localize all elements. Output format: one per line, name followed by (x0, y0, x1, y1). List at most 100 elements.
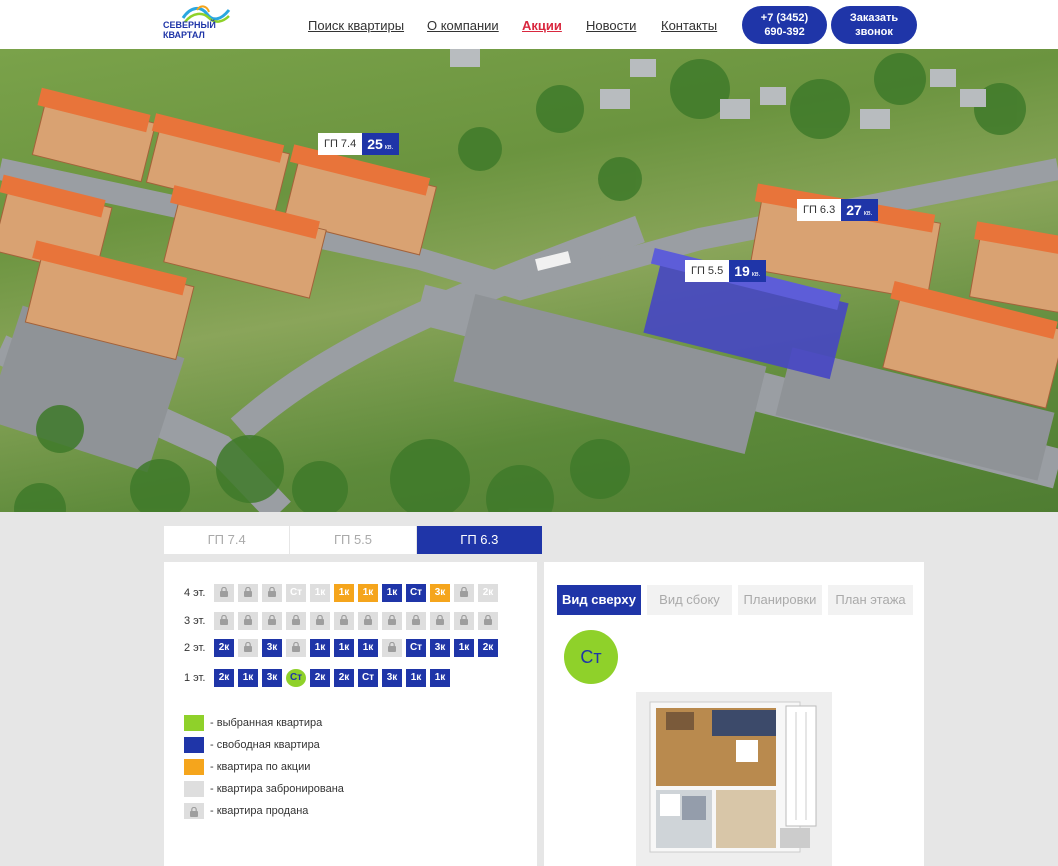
lock-icon (244, 642, 252, 652)
lock-icon (388, 615, 396, 625)
apartment-cell[interactable]: Ст (286, 669, 306, 687)
legend-label: - квартира по акции (210, 761, 311, 773)
lock-icon (340, 615, 348, 625)
apartment-cell (238, 584, 258, 602)
legend-label: - выбранная квартира (210, 717, 323, 729)
apartment-cell (358, 612, 378, 630)
apartment-cell[interactable]: 3к (430, 639, 450, 657)
apartment-cell[interactable]: 1к (334, 639, 354, 657)
aerial-illustration (0, 49, 1058, 512)
lock-icon (292, 642, 300, 652)
apartment-cell[interactable]: 2к (478, 639, 498, 657)
apartment-cell (286, 639, 306, 657)
tab-side-view[interactable]: Вид сбоку (647, 585, 732, 615)
building-tabs: ГП 7.4 ГП 5.5 ГП 6.3 (164, 526, 543, 554)
apartment-cell (430, 612, 450, 630)
apartment-cell (310, 612, 330, 630)
floor-grid-panel: 4 эт. Ст 1к 1к 1к 1к Ст 3к 2к 3 эт. 2 эт. 2к 3к 1к 1к 1… (164, 562, 537, 866)
tab-gp74[interactable]: ГП 7.4 (164, 526, 291, 554)
apartment-cell (478, 612, 498, 630)
apartment-cell (334, 612, 354, 630)
apartment-cell (406, 612, 426, 630)
apartment-cell[interactable]: 2к (214, 639, 234, 657)
apartment-view-panel: Вид сверху Вид сбоку Планировки План эта… (544, 562, 924, 866)
legend-swatch (184, 781, 204, 797)
apartment-cell[interactable]: 3к (382, 669, 402, 687)
apartment-cell (214, 584, 234, 602)
apartment-cell[interactable]: 2к (334, 669, 354, 687)
apartment-cell (454, 584, 474, 602)
apartment-cell[interactable]: 3к (262, 669, 282, 687)
logo[interactable]: СЕВЕРНЫЙ КВАРТАЛ (163, 4, 233, 44)
aerial-view: ГП 7.4 25 кв. ГП 6.3 27 кв. ГП 5.5 19 кв. (0, 49, 1058, 512)
apartment-cell[interactable]: 1к (358, 639, 378, 657)
building-tag-count: 19 кв. (729, 260, 766, 282)
apartment-cell[interactable]: 1к (310, 584, 330, 602)
apartment-cell (238, 639, 258, 657)
tab-layouts[interactable]: Планировки (738, 585, 822, 615)
building-tag-name: ГП 7.4 (318, 133, 363, 155)
tab-gp55[interactable]: ГП 5.5 (290, 526, 417, 554)
apartment-cell[interactable]: Ст (406, 639, 426, 657)
tab-floor-plan[interactable]: План этажа (828, 585, 913, 615)
lock-icon (460, 615, 468, 625)
lock-icon (190, 807, 198, 817)
building-tag-name: ГП 6.3 (797, 199, 842, 221)
lock-icon (364, 615, 372, 625)
apartment-cell[interactable]: 2к (478, 584, 498, 602)
apartment-cell[interactable]: Ст (406, 584, 426, 602)
nav-news[interactable]: Новости (586, 18, 636, 33)
apartment-cell[interactable]: 1к (238, 669, 258, 687)
lock-icon (268, 587, 276, 597)
apartment-cell[interactable]: 3к (430, 584, 450, 602)
apartment-cell[interactable]: 1к (430, 669, 450, 687)
apartment-cell[interactable]: 1к (358, 584, 378, 602)
nav-promos[interactable]: Акции (522, 18, 562, 33)
apartment-cell[interactable]: 3к (262, 639, 282, 657)
apartment-cell[interactable]: 1к (454, 639, 474, 657)
phone-line2: 690-392 (764, 26, 805, 38)
tab-gp63[interactable]: ГП 6.3 (416, 526, 543, 554)
logo-text: СЕВЕРНЫЙ КВАРТАЛ (163, 20, 216, 40)
building-tag-gp63[interactable]: ГП 6.3 27 кв. (797, 199, 878, 221)
lock-icon (268, 615, 276, 625)
apartment-cell[interactable]: 1к (382, 584, 402, 602)
lock-icon (436, 615, 444, 625)
apartment-cell[interactable]: Ст (358, 669, 378, 687)
tab-top-view[interactable]: Вид сверху (557, 585, 641, 615)
nav-contacts[interactable]: Контакты (661, 18, 717, 33)
apartment-cell[interactable]: 1к (406, 669, 426, 687)
floor-label: 3 эт. (184, 615, 206, 627)
lock-icon (412, 615, 420, 625)
apartment-cell (382, 639, 402, 657)
apartment-cell (382, 612, 402, 630)
lock-icon (244, 615, 252, 625)
apartment-cell[interactable]: 2к (310, 669, 330, 687)
apartment-cell[interactable]: 1к (334, 584, 354, 602)
callback-button[interactable]: Заказать звонок (831, 6, 917, 44)
apartment-cell[interactable]: 2к (214, 669, 234, 687)
apartment-type-badge: Ст (564, 630, 618, 684)
site-header: СЕВЕРНЫЙ КВАРТАЛ Поиск квартиры О компан… (0, 0, 1058, 49)
legend-swatch (184, 737, 204, 753)
logo-line1: СЕВЕРНЫЙ (163, 20, 216, 30)
apartment-cell[interactable]: 1к (310, 639, 330, 657)
lock-icon (484, 615, 492, 625)
lock-icon (220, 587, 228, 597)
nav-search[interactable]: Поиск квартиры (308, 18, 404, 33)
apartment-cell (262, 584, 282, 602)
apartment-cell (262, 612, 282, 630)
building-tag-gp55[interactable]: ГП 5.5 19 кв. (685, 260, 766, 282)
lock-icon (460, 587, 468, 597)
lock-icon (220, 615, 228, 625)
legend-swatch (184, 759, 204, 775)
apartment-cell[interactable]: Ст (286, 584, 306, 602)
legend-swatch (184, 803, 204, 819)
apartment-cell (238, 612, 258, 630)
phone-button[interactable]: +7 (3452) 690-392 (742, 6, 827, 44)
building-tag-name: ГП 5.5 (685, 260, 730, 282)
floor-label: 1 эт. (184, 672, 206, 684)
view-tabs: Вид сверху Вид сбоку Планировки План эта… (557, 585, 919, 615)
nav-about[interactable]: О компании (427, 18, 499, 33)
building-tag-gp74[interactable]: ГП 7.4 25 кв. (318, 133, 399, 155)
